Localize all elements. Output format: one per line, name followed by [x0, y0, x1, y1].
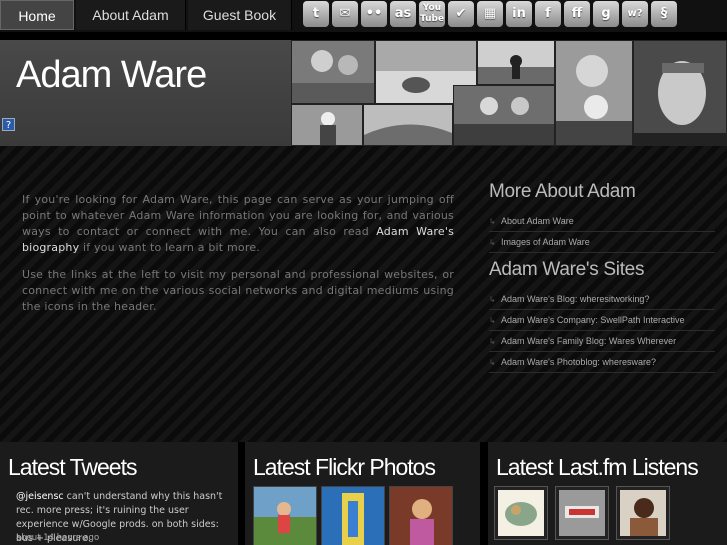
swirl-icon[interactable]: § [651, 1, 677, 27]
latest-flickr-panel: Latest Flickr Photos [245, 442, 480, 545]
google-icon[interactable]: g [593, 1, 619, 27]
album-cover[interactable] [494, 486, 548, 540]
top-navigation: Home About Adam Guest Book t ✉ •• as You… [0, 0, 727, 32]
arrow-icon: ↳ [489, 238, 496, 247]
link-label: Adam Ware's Blog: wheresitworking? [501, 294, 650, 304]
link-label: Images of Adam Ware [501, 237, 590, 247]
album-cover[interactable] [616, 486, 670, 540]
banner-photo [291, 104, 363, 146]
nav-tab-about-adam[interactable]: About Adam [76, 0, 186, 30]
latest-flickr-heading: Latest Flickr Photos [253, 454, 436, 480]
flickr-photo[interactable] [389, 486, 453, 545]
intro-paragraph: If you're looking for Adam Ware, this pa… [22, 192, 454, 256]
sidebar-link-photoblog[interactable]: ↳ Adam Ware's Photoblog: wheresware? [489, 352, 715, 373]
banner-photo [633, 40, 727, 146]
banner-photo [555, 40, 633, 146]
facebook-icon[interactable]: f [535, 1, 561, 27]
site-title: Adam Ware [16, 54, 207, 96]
banner-photo [291, 40, 375, 104]
main-content: If you're looking for Adam Ware, this pa… [0, 146, 727, 442]
help-icon[interactable]: ? [2, 118, 15, 131]
delicious-icon[interactable]: ▦ [477, 1, 503, 27]
sites-list: ↳ Adam Ware's Blog: wheresitworking? ↳ Ada… [489, 289, 715, 373]
banner-title-area: Adam Ware ? [0, 40, 291, 146]
wordpress-icon[interactable]: w? [622, 1, 648, 27]
youtube-icon[interactable]: You Tube [419, 1, 445, 27]
checkmark-icon[interactable]: ✔ [448, 1, 474, 27]
flickr-photo[interactable] [321, 486, 385, 545]
flickr-icon[interactable]: •• [361, 1, 387, 27]
latest-lastfm-panel: Latest Last.fm Listens [488, 442, 727, 545]
header-banner: Adam Ware ? [0, 40, 727, 146]
link-label: Adam Ware's Family Blog: Wares Wherever [501, 336, 677, 346]
banner-photo [477, 40, 555, 85]
latest-lastfm-heading: Latest Last.fm Listens [496, 454, 699, 480]
sidebar: More About Adam ↳ About Adam Ware ↳ Images… [489, 181, 715, 379]
sites-heading: Adam Ware's Sites [489, 259, 645, 280]
sidebar-link-blog[interactable]: ↳ Adam Ware's Blog: wheresitworking? [489, 289, 715, 310]
link-label: Adam Ware's Company: SwellPath Interacti… [501, 315, 685, 325]
more-about-heading: More About Adam [489, 181, 636, 202]
arrow-icon: ↳ [489, 358, 496, 367]
sidebar-link-images[interactable]: ↳ Images of Adam Ware [489, 232, 715, 253]
intro-text-part: if you want to learn a bit more. [79, 241, 261, 254]
nav-tab-guest-book[interactable]: Guest Book [188, 0, 292, 30]
nav-tab-home[interactable]: Home [0, 0, 74, 30]
banner-photo [363, 104, 453, 146]
linkedin-icon[interactable]: in [506, 1, 532, 27]
twitter-icon[interactable]: t [303, 1, 329, 27]
arrow-icon: ↳ [489, 217, 496, 226]
lastfm-icon[interactable]: as [390, 1, 416, 27]
link-label: About Adam Ware [501, 216, 574, 226]
banner-photo [453, 85, 555, 146]
link-label: Adam Ware's Photoblog: wheresware? [501, 357, 656, 367]
tweet-timestamp[interactable]: about 14 hours ago [16, 533, 99, 543]
intro-text: If you're looking for Adam Ware, this pa… [22, 192, 454, 326]
sidebar-link-about[interactable]: ↳ About Adam Ware [489, 211, 715, 232]
arrow-icon: ↳ [489, 295, 496, 304]
flickr-photo[interactable] [253, 486, 317, 545]
arrow-icon: ↳ [489, 316, 496, 325]
sidebar-link-company[interactable]: ↳ Adam Ware's Company: SwellPath Interact… [489, 310, 715, 331]
arrow-icon: ↳ [489, 337, 496, 346]
friendfeed-icon[interactable]: ff [564, 1, 590, 27]
intro-paragraph: Use the links at the left to visit my pe… [22, 268, 454, 313]
tweet-handle-link[interactable]: @jeisensc [16, 491, 64, 502]
email-icon[interactable]: ✉ [332, 1, 358, 27]
more-about-list: ↳ About Adam Ware ↳ Images of Adam Ware [489, 211, 715, 253]
sidebar-link-family-blog[interactable]: ↳ Adam Ware's Family Blog: Wares Wherever [489, 331, 715, 352]
latest-tweets-panel: Latest Tweets @jeisensc can't understand… [0, 442, 238, 545]
latest-tweets-heading: Latest Tweets [8, 454, 137, 480]
album-cover[interactable] [555, 486, 609, 540]
